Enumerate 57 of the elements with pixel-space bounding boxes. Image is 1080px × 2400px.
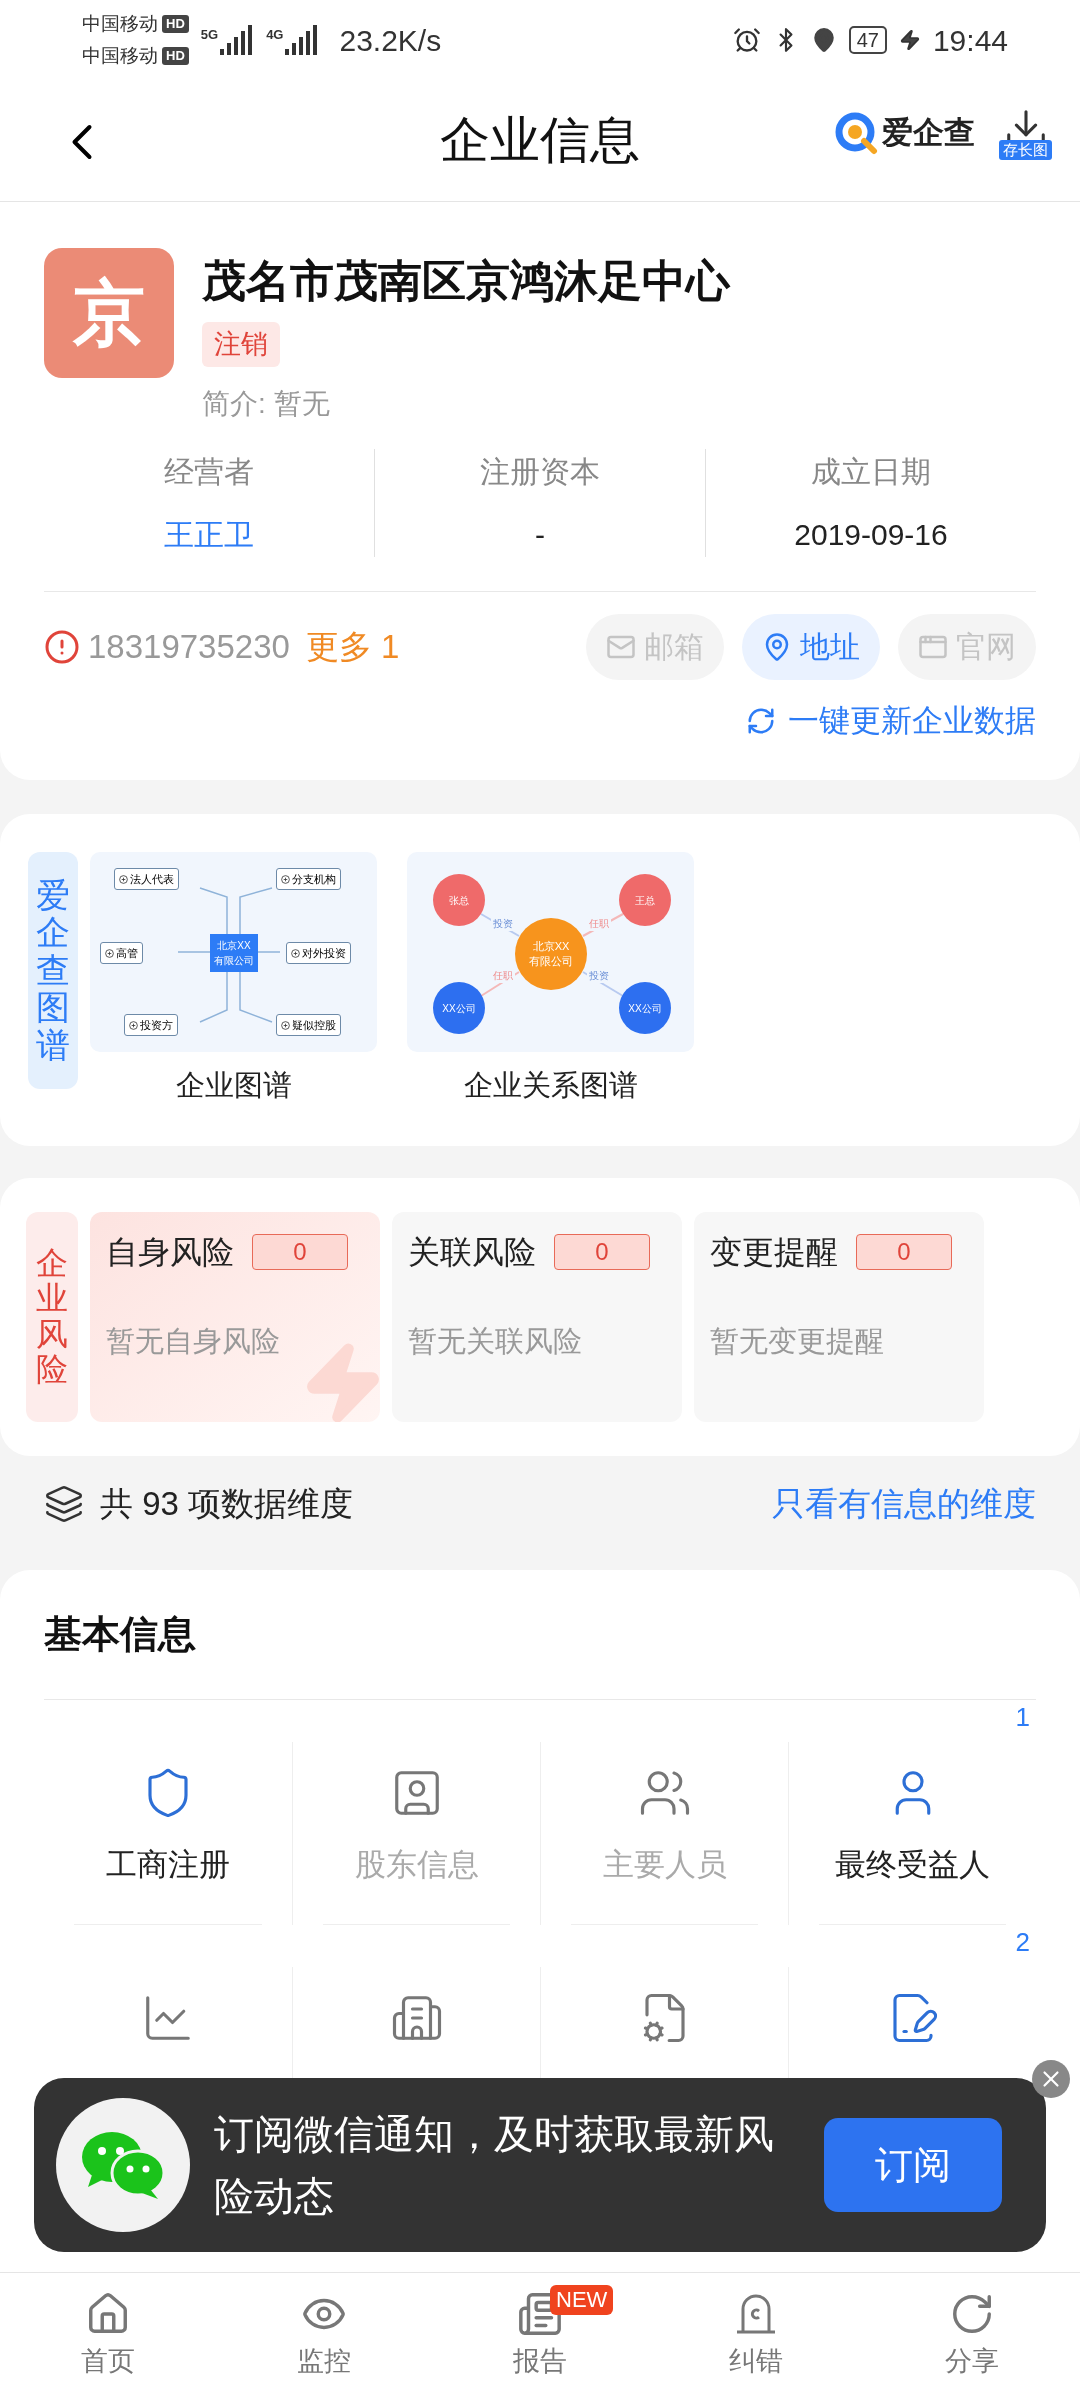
- battery-level: 47: [848, 26, 887, 54]
- network-speed: 23.2K/s: [339, 22, 442, 59]
- brand-name: 爱企查: [882, 113, 975, 152]
- graph-node: 张总: [433, 874, 485, 926]
- hd-badge: HD: [162, 15, 189, 33]
- dimension-count: 共 93 项数据维度: [100, 1483, 354, 1524]
- center-node: 北京XX 有限公司: [210, 934, 258, 972]
- center-node: 北京XX 有限公司: [515, 918, 587, 990]
- status-tag: 注销: [202, 322, 280, 367]
- risk-title: 关联风险: [408, 1232, 536, 1272]
- page-title: 企业信息: [440, 111, 640, 170]
- section-title: 基本信息: [44, 1611, 196, 1657]
- side-label: 爱企查图谱: [36, 877, 70, 1064]
- graph-node: 对外投资: [286, 942, 351, 964]
- network-type: 4G: [266, 26, 284, 44]
- edge-label: 投资: [491, 916, 515, 931]
- risk-empty-text: 暂无自身风险: [106, 1323, 281, 1359]
- company-logo: 京: [44, 248, 174, 378]
- side-label: 企业风险: [36, 1246, 68, 1387]
- graph-node: 高管: [100, 942, 143, 964]
- carrier-name: 中国移动: [82, 12, 158, 36]
- stat-value: -: [535, 516, 545, 553]
- edge-label: 任职: [587, 916, 611, 931]
- risk-count: 0: [856, 1233, 952, 1270]
- company-name: 茂名市茂南区京鸿沐足中心: [202, 255, 730, 307]
- count-label: 2: [1015, 1927, 1030, 1957]
- hd-badge: HD: [162, 47, 189, 65]
- graph-node: 投资方: [124, 1014, 178, 1036]
- intro-text: 暂无: [273, 386, 330, 421]
- new-badge: NEW: [550, 2285, 614, 2315]
- risk-count: 0: [554, 1233, 650, 1270]
- graph-caption: 企业关系图谱: [463, 1068, 638, 1103]
- count-label: 1: [1015, 1701, 1030, 1732]
- risk-title: 自身风险: [106, 1232, 234, 1272]
- intro-label: 简介:: [202, 386, 266, 421]
- stat-label: 注册资本: [480, 453, 600, 490]
- risk-empty-text: 暂无变更提醒: [710, 1323, 885, 1359]
- graph-node: XX公司: [619, 982, 671, 1034]
- toast-message: 订阅微信通知，及时获取最新风险动态: [214, 2111, 774, 2220]
- stat-label: 经营者: [164, 453, 254, 490]
- phone-number: 18319735230: [88, 626, 290, 667]
- graph-node: 疑似控股: [276, 1014, 341, 1036]
- risk-title: 变更提醒: [710, 1232, 838, 1272]
- graph-node: XX公司: [433, 982, 485, 1034]
- stat-value: 2019-09-16: [794, 516, 948, 553]
- graph-caption: 企业图谱: [175, 1068, 292, 1103]
- clock: 19:44: [932, 22, 1008, 59]
- graph-node: 分支机构: [276, 868, 341, 890]
- graph-node: 法人代表: [114, 868, 179, 890]
- carrier-name: 中国移动: [82, 44, 158, 68]
- stat-label: 成立日期: [811, 453, 931, 490]
- network-type: 5G: [200, 26, 219, 44]
- edge-label: 任职: [491, 968, 515, 983]
- graph-node: 王总: [619, 874, 671, 926]
- risk-empty-text: 暂无关联风险: [408, 1323, 583, 1359]
- risk-count: 0: [252, 1233, 348, 1270]
- edge-label: 投资: [587, 968, 611, 983]
